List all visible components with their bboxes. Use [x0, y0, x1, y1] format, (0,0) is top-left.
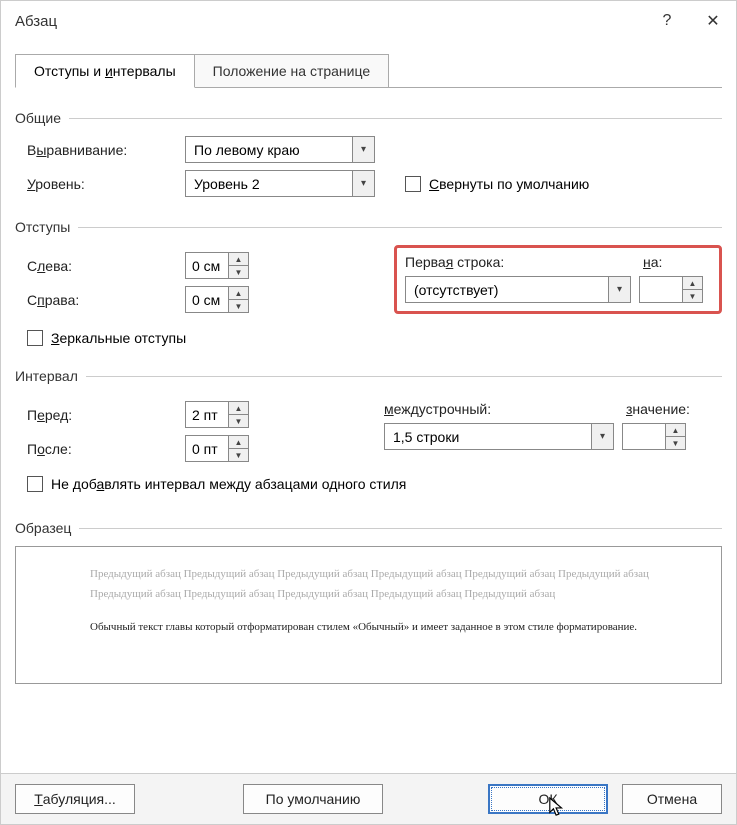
- indent-left-spinner[interactable]: 0 см ▲▼: [185, 252, 249, 279]
- spacing-before-value: 2 пт: [186, 402, 228, 427]
- spin-up-icon: ▲: [229, 402, 248, 414]
- button-bar: Табуляция... По умолчанию ОК Отмена: [1, 773, 736, 824]
- group-general-title: Общие: [15, 110, 69, 126]
- group-indents-title: Отступы: [15, 219, 78, 235]
- spin-down-icon: ▼: [229, 299, 248, 312]
- dropdown-icon: ▾: [352, 137, 374, 162]
- line-spacing-at-value: [623, 424, 665, 449]
- alignment-label: Выравнивание:: [27, 142, 177, 158]
- group-spacing: Интервал: [15, 368, 722, 384]
- indent-right-value: 0 см: [186, 287, 228, 312]
- group-spacing-title: Интервал: [15, 368, 86, 384]
- indent-left-label: Слева:: [27, 258, 177, 274]
- preview-sample-text: Обычный текст главы который отформатиров…: [90, 617, 695, 638]
- tab-strip: Отступы и интервалы Положение на страниц…: [15, 53, 722, 88]
- no-space-same-style-checkbox[interactable]: Не добавлять интервал между абзацами одн…: [27, 476, 406, 492]
- spin-up-icon: ▲: [229, 253, 248, 265]
- first-line-combo[interactable]: (отсутствует) ▾: [405, 276, 631, 303]
- dropdown-icon: ▾: [608, 277, 630, 302]
- first-line-by-spinner[interactable]: ▲▼: [639, 276, 703, 303]
- first-line-by-value: [640, 277, 682, 302]
- dialog-title: Абзац: [15, 13, 57, 30]
- indent-right-spinner[interactable]: 0 см ▲▼: [185, 286, 249, 313]
- line-spacing-at-label: значение:: [626, 401, 690, 417]
- spin-down-icon: ▼: [666, 436, 685, 449]
- first-line-highlight: Первая строка: на: (отсутствует) ▾ ▲▼: [394, 245, 722, 314]
- first-line-by-label: на:: [643, 254, 713, 270]
- alignment-value: По левому краю: [186, 137, 352, 162]
- no-space-same-style-label: Не добавлять интервал между абзацами одн…: [51, 476, 406, 492]
- spin-down-icon: ▼: [229, 448, 248, 461]
- spin-down-icon: ▼: [683, 289, 702, 302]
- tabs-button[interactable]: Табуляция...: [15, 784, 135, 814]
- spin-up-icon: ▲: [229, 436, 248, 448]
- spacing-after-label: После:: [27, 441, 177, 457]
- mirror-indents-label: Зеркальные отступы: [51, 330, 186, 346]
- checkbox-icon: [27, 330, 43, 346]
- set-default-button[interactable]: По умолчанию: [243, 784, 383, 814]
- checkbox-icon: [27, 476, 43, 492]
- spacing-before-spinner[interactable]: 2 пт ▲▼: [185, 401, 249, 428]
- dropdown-icon: ▾: [591, 424, 613, 449]
- spacing-after-value: 0 пт: [186, 436, 228, 461]
- group-general: Общие: [15, 110, 722, 126]
- ok-button[interactable]: ОК: [488, 784, 608, 814]
- spin-up-icon: ▲: [229, 287, 248, 299]
- spin-down-icon: ▼: [229, 414, 248, 427]
- first-line-label: Первая строка:: [405, 254, 635, 270]
- preview-panel: Предыдущий абзац Предыдущий абзац Предыд…: [15, 546, 722, 684]
- tab-indents-spacing[interactable]: Отступы и интервалы: [15, 54, 195, 88]
- outline-level-combo[interactable]: Уровень 2 ▾: [185, 170, 375, 197]
- checkbox-icon: [405, 176, 421, 192]
- indent-right-label: Справа:: [27, 292, 177, 308]
- preview-previous-text: Предыдущий абзац Предыдущий абзац Предыд…: [90, 565, 695, 605]
- indent-left-value: 0 см: [186, 253, 228, 278]
- group-indents: Отступы: [15, 219, 722, 235]
- spin-up-icon: ▲: [683, 277, 702, 289]
- mirror-indents-checkbox[interactable]: Зеркальные отступы: [27, 330, 186, 346]
- line-spacing-combo[interactable]: 1,5 строки ▾: [384, 423, 614, 450]
- tab-page-position[interactable]: Положение на странице: [195, 54, 389, 88]
- first-line-value: (отсутствует): [406, 277, 608, 302]
- alignment-combo[interactable]: По левому краю ▾: [185, 136, 375, 163]
- spin-down-icon: ▼: [229, 265, 248, 278]
- line-spacing-value: 1,5 строки: [385, 424, 591, 449]
- spin-up-icon: ▲: [666, 424, 685, 436]
- outline-level-label: Уровень:: [27, 176, 177, 192]
- collapsed-by-default-label: Свернуты по умолчанию: [429, 176, 589, 192]
- dropdown-icon: ▾: [352, 171, 374, 196]
- spacing-before-label: Перед:: [27, 407, 177, 423]
- group-preview: Образец: [15, 520, 722, 536]
- titlebar: Абзац ? ✕: [1, 1, 736, 41]
- help-button[interactable]: ?: [644, 1, 690, 41]
- cancel-button[interactable]: Отмена: [622, 784, 722, 814]
- close-button[interactable]: ✕: [690, 1, 736, 41]
- line-spacing-label: междустрочный:: [384, 401, 618, 417]
- line-spacing-at-spinner[interactable]: ▲▼: [622, 423, 686, 450]
- outline-level-value: Уровень 2: [186, 171, 352, 196]
- group-preview-title: Образец: [15, 520, 79, 536]
- collapsed-by-default-checkbox[interactable]: Свернуты по умолчанию: [405, 176, 589, 192]
- spacing-after-spinner[interactable]: 0 пт ▲▼: [185, 435, 249, 462]
- paragraph-dialog: Абзац ? ✕ Отступы и интервалы Положение …: [0, 0, 737, 825]
- ok-button-label: ОК: [538, 791, 557, 807]
